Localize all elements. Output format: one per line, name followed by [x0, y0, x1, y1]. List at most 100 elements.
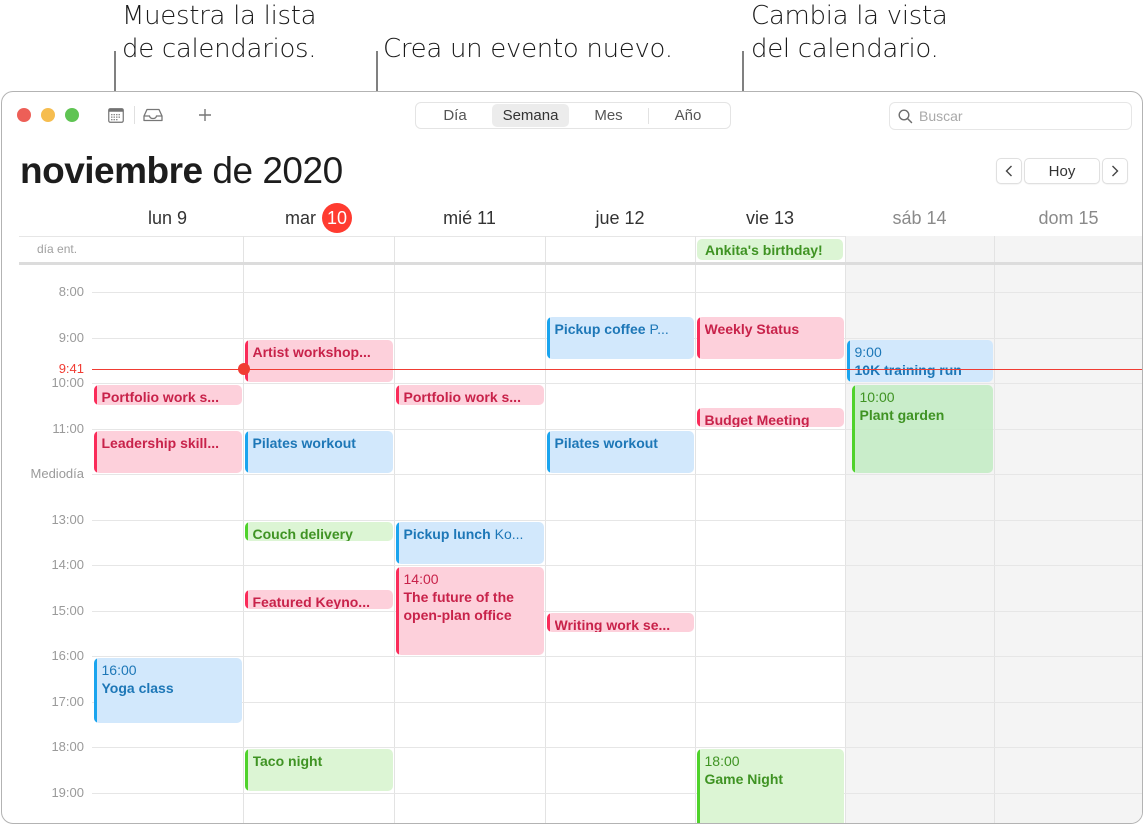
event-time: 9:00: [854, 343, 882, 360]
calendar-event[interactable]: Artist workshop...: [244, 339, 393, 382]
calendar-event[interactable]: Weekly Status: [696, 317, 844, 360]
event-title: Writing work se...: [554, 616, 671, 633]
hour-gridline: [92, 474, 1142, 475]
hour-label: 17:00: [51, 693, 84, 709]
day-header[interactable]: mar 10: [243, 203, 394, 233]
hour-label: 10:00: [51, 375, 84, 390]
hour-gridline: [92, 383, 1142, 384]
event-title: Featured Keyno...: [252, 594, 370, 610]
day-header[interactable]: sáb 14: [845, 206, 994, 230]
view-tab-month[interactable]: Mes: [569, 104, 648, 127]
event-title-line: Pickup coffee P...: [555, 320, 688, 338]
chevron-left-icon: [1005, 165, 1012, 177]
event-title-line: Pilates workout: [253, 434, 387, 452]
date-navigation: Hoy: [996, 158, 1128, 184]
callout-change-view: Cambia la vista del calendario.: [751, 0, 948, 66]
hour-label: 16:00: [51, 648, 84, 663]
event-title: Plant garden: [859, 407, 945, 424]
calendar-event[interactable]: Taco night: [244, 749, 393, 792]
day-header[interactable]: dom 15: [994, 206, 1142, 230]
calendar-list-button[interactable]: [105, 105, 127, 125]
previous-week-button[interactable]: [996, 158, 1022, 184]
event-title-line: Writing work se...: [555, 616, 688, 632]
day-header-label: sáb 14: [892, 207, 947, 228]
calendar-event[interactable]: Pilates workout: [244, 430, 393, 473]
event-title-line: The future of the open-plan office: [404, 589, 514, 623]
event-title: Couch delivery: [252, 525, 353, 542]
plus-icon: [199, 109, 211, 121]
day-header[interactable]: mié 11: [394, 206, 545, 230]
all-day-label: día ent.: [37, 242, 78, 256]
add-event-button[interactable]: [194, 105, 216, 125]
chevron-right-icon: [1112, 165, 1119, 177]
event-title-line: Game Night: [705, 770, 838, 788]
all-day-separator: [19, 262, 1142, 265]
next-week-button[interactable]: [1102, 158, 1128, 184]
all-day-event[interactable]: Ankita's birthday!: [697, 239, 843, 260]
calendar-event[interactable]: Leadership skill...: [93, 430, 242, 473]
calendar-event[interactable]: Pickup coffee P...: [546, 317, 694, 360]
search-input[interactable]: [919, 108, 1119, 124]
view-tab-day[interactable]: Día: [418, 104, 492, 127]
day-header[interactable]: jue 12: [545, 206, 695, 230]
calendar-event[interactable]: Portfolio work s...: [395, 385, 544, 405]
event-title-line: Pickup lunch Ko...: [404, 525, 538, 543]
callout-calendar-list: Muestra la lista de calendarios.: [122, 0, 317, 66]
calendar-event[interactable]: Couch delivery: [244, 521, 393, 542]
calendar-event[interactable]: Pickup lunch Ko...: [395, 521, 544, 564]
day-header[interactable]: lun 9: [92, 206, 243, 230]
hour-gridline: [92, 656, 1142, 657]
calendar-event[interactable]: 14:00 The future of the open-plan office: [395, 567, 544, 655]
day-header-label: vie 13: [745, 207, 795, 228]
event-title-line: Leadership skill...: [102, 434, 236, 452]
day-header[interactable]: vie 13: [695, 206, 845, 230]
day-header-label: mié 11: [443, 207, 496, 228]
calendar-event[interactable]: Budget Meeting: [696, 408, 844, 428]
hour-gridline: [92, 292, 1142, 293]
event-title-line: Artist workshop...: [253, 343, 387, 361]
event-title: Ankita's birthday!: [705, 242, 823, 258]
hour-gridline: [92, 747, 1142, 748]
event-title: 10K training run: [854, 361, 962, 378]
view-switcher: Día Semana Mes Año: [415, 102, 731, 129]
view-tab-week[interactable]: Semana: [492, 104, 569, 127]
day-header-label: jue 12: [595, 207, 645, 228]
search-field[interactable]: [889, 102, 1132, 130]
toolbar-divider: [134, 106, 135, 124]
event-title-line: Couch delivery: [253, 525, 387, 541]
view-tab-year[interactable]: Año: [649, 104, 727, 127]
hour-gridline: [92, 565, 1142, 566]
calendar-event[interactable]: 16:00 Yoga class: [93, 658, 242, 724]
calendar-event[interactable]: Portfolio work s...: [93, 385, 242, 405]
event-title-line: Yoga class: [102, 679, 236, 697]
event-title-line: Taco night: [253, 752, 387, 770]
current-time-label: 9:41: [58, 360, 84, 376]
close-button[interactable]: [17, 108, 31, 122]
hour-label: 8:00: [58, 284, 84, 299]
inbox-button[interactable]: [142, 105, 164, 125]
calendar-window: Día Semana Mes Año noviembre de 2020 Hoy…: [1, 91, 1143, 824]
minimize-button[interactable]: [41, 108, 55, 122]
calendar-event[interactable]: 10:00 Plant garden: [851, 385, 993, 473]
weekend-background: [845, 236, 994, 823]
event-title: Portfolio work s...: [403, 389, 521, 405]
title-month: noviembre: [20, 150, 203, 191]
callout-calendar-list-line2: de calendarios.: [122, 34, 317, 64]
event-title-line: Weekly Status: [705, 320, 838, 338]
calendar-event[interactable]: 18:00 Game Night: [696, 749, 844, 823]
day-column-divider: [845, 236, 846, 823]
event-title: Pilates workout: [252, 434, 356, 451]
event-title-line: Budget Meeting: [705, 411, 838, 427]
calendar-event[interactable]: Writing work se...: [546, 612, 694, 633]
event-title: Pickup lunch: [403, 525, 491, 542]
hour-label: 9:00: [58, 329, 84, 345]
event-title: Artist workshop...: [252, 343, 371, 360]
zoom-button[interactable]: [65, 108, 79, 122]
today-button[interactable]: Hoy: [1024, 158, 1100, 184]
calendar-event[interactable]: 9:00 10K training run: [846, 339, 993, 382]
calendar-event[interactable]: Pilates workout: [546, 430, 694, 473]
hour-gridline: [92, 792, 1142, 794]
current-time-dot: [238, 362, 250, 375]
hour-label: 15:00: [51, 602, 84, 618]
calendar-event[interactable]: Featured Keyno...: [244, 590, 393, 610]
